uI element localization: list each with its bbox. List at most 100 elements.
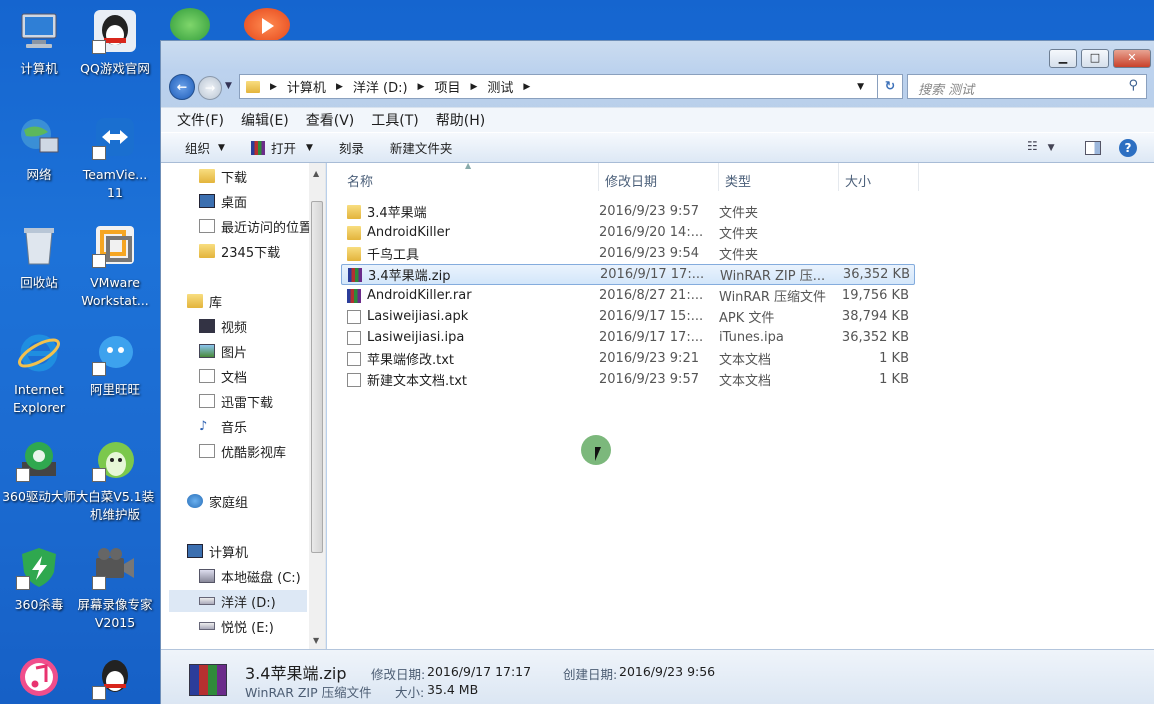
winrar-archive-icon: [189, 664, 227, 696]
nav-item-2345-download[interactable]: 2345下载: [199, 240, 280, 262]
computer-icon: [16, 8, 62, 54]
burn-button[interactable]: 刻录: [339, 138, 364, 157]
file-name: AndroidKiller.rar: [367, 288, 472, 303]
menu-tools[interactable]: 工具(T): [371, 110, 418, 130]
view-options-button[interactable]: ☷ ▼: [1027, 139, 1055, 153]
file-row[interactable]: 苹果端修改.txt 2016/9/23 9:21 文本文档 1 KB: [341, 348, 915, 369]
scroll-up-arrow[interactable]: ▲: [313, 169, 319, 178]
file-row[interactable]: AndroidKiller.rar 2016/8/27 21:... WinRAR …: [341, 285, 915, 306]
command-bar: 组织 ▼ 打开 ▼ 刻录 新建文件夹 ☷ ▼ ?: [161, 132, 1154, 163]
file-row[interactable]: 3.4苹果端.zip 2016/9/17 17:... WinRAR ZIP 压..…: [341, 264, 915, 285]
file-icon: [347, 351, 361, 366]
help-button[interactable]: ?: [1119, 139, 1137, 157]
nav-item-pictures[interactable]: 图片: [199, 340, 247, 362]
search-input[interactable]: 搜索 测试 ⚲: [907, 74, 1147, 99]
mouse-cursor: [581, 435, 611, 465]
column-header-type[interactable]: 类型: [719, 163, 839, 191]
column-label: 大小: [845, 175, 872, 190]
file-date: 2016/9/23 9:57: [599, 204, 699, 219]
desktop-icon-label: 屏幕录像专家V2015: [77, 597, 153, 630]
breadcrumb-test[interactable]: 测试: [487, 77, 513, 96]
file-row[interactable]: AndroidKiller 2016/9/20 14:... 文件夹: [341, 222, 915, 243]
scroll-down-arrow[interactable]: ▼: [313, 636, 319, 645]
file-size: 19,756 KB: [841, 288, 909, 303]
nav-item-label: 洋洋 (D:): [221, 595, 276, 611]
breadcrumb-project[interactable]: 项目: [434, 77, 460, 96]
nav-item-downloads[interactable]: 下载: [199, 165, 247, 187]
file-row[interactable]: 新建文本文档.txt 2016/9/23 9:57 文本文档 1 KB: [341, 369, 915, 390]
nav-item-desktop[interactable]: 桌面: [199, 190, 247, 212]
menu-help[interactable]: 帮助(H): [436, 110, 485, 130]
details-size-value: 35.4 MB: [427, 682, 479, 697]
file-row[interactable]: 千鸟工具 2016/9/23 9:54 文件夹: [341, 243, 915, 264]
chevron-right-icon[interactable]: ▶: [270, 82, 277, 92]
preview-pane-button[interactable]: [1085, 141, 1101, 155]
menu-file[interactable]: 文件(F): [177, 110, 224, 130]
nav-item-label: 下载: [221, 170, 248, 186]
nav-item-documents[interactable]: 文档: [199, 365, 247, 387]
forward-button[interactable]: →: [198, 76, 222, 100]
nav-item-xunlei[interactable]: 迅雷下载: [199, 390, 273, 412]
nav-item-recent[interactable]: 最近访问的位置: [199, 215, 312, 237]
chevron-right-icon[interactable]: ▶: [523, 82, 530, 92]
menu-edit[interactable]: 编辑(E): [241, 110, 289, 130]
file-name: AndroidKiller: [367, 225, 450, 240]
refresh-button[interactable]: ↻: [877, 74, 903, 99]
nav-item-label: 迅雷下载: [221, 395, 274, 411]
sort-ascending-icon: ▲: [465, 161, 472, 170]
minimize-button[interactable]: ▁: [1049, 49, 1077, 68]
chevron-right-icon[interactable]: ▶: [470, 82, 477, 92]
play-icon: [262, 18, 274, 34]
nav-item-drive-d[interactable]: 洋洋 (D:): [169, 590, 307, 612]
back-button[interactable]: ←: [169, 74, 195, 100]
nav-item-drive-c[interactable]: 本地磁盘 (C:): [199, 565, 301, 587]
menu-view[interactable]: 查看(V): [306, 110, 355, 130]
antivirus-shield-icon: [16, 544, 62, 590]
search-icon[interactable]: ⚲: [1128, 78, 1138, 93]
breadcrumb-computer[interactable]: 计算机: [287, 77, 326, 96]
chevron-down-icon: ▼: [1047, 143, 1055, 153]
details-size-label: 大小:: [395, 685, 425, 700]
arrow-left-icon: ←: [176, 79, 188, 94]
file-row[interactable]: Lasiweijiasi.apk 2016/9/17 15:... APK 文件 38…: [341, 306, 915, 327]
nav-item-music[interactable]: ♪ 音乐: [199, 415, 247, 437]
file-size: 36,352 KB: [842, 267, 910, 282]
file-row[interactable]: 3.4苹果端 2016/9/23 9:57 文件夹: [341, 201, 915, 222]
maximize-button[interactable]: □: [1081, 49, 1109, 68]
nav-item-homegroup[interactable]: 家庭组: [187, 490, 248, 512]
nav-item-drive-e[interactable]: 悦悦 (E:): [199, 615, 274, 637]
taskbar-app-icon-player[interactable]: [244, 8, 290, 42]
nav-item-label: 视频: [221, 320, 248, 336]
video-icon: [199, 319, 215, 333]
organize-button[interactable]: 组织 ▼: [185, 138, 225, 157]
new-folder-button[interactable]: 新建文件夹: [390, 138, 453, 157]
document-icon: [199, 369, 215, 383]
library-folder-icon: [199, 394, 215, 408]
nav-scrollbar[interactable]: ▲ ▼: [309, 163, 325, 649]
file-name: Lasiweijiasi.apk: [367, 309, 469, 324]
address-bar[interactable]: ▶ 计算机 ▶ 洋洋 (D:) ▶ 项目 ▶ 测试 ▶ ▼: [239, 74, 879, 99]
file-row[interactable]: Lasiweijiasi.ipa 2016/9/17 17:... iTunes.i…: [341, 327, 915, 348]
file-type: 文件夹: [719, 227, 759, 242]
close-button[interactable]: ✕: [1113, 49, 1151, 68]
open-button[interactable]: 打开 ▼: [250, 138, 313, 157]
recent-pages-dropdown[interactable]: ▼: [225, 81, 232, 91]
nav-item-videos[interactable]: 视频: [199, 315, 247, 337]
chevron-right-icon[interactable]: ▶: [418, 82, 425, 92]
file-date: 2016/9/23 9:57: [599, 372, 699, 387]
nav-item-libraries[interactable]: 库: [187, 290, 222, 312]
file-size: 1 KB: [879, 351, 909, 366]
desktop-icon-label: TeamVie... 11: [82, 167, 148, 200]
nav-item-youku[interactable]: 优酷影视库: [199, 440, 286, 462]
column-header-size[interactable]: 大小: [839, 163, 919, 191]
scroll-thumb[interactable]: [311, 201, 323, 553]
cabbage-icon: [92, 436, 138, 482]
nav-item-computer[interactable]: 计算机: [187, 540, 248, 562]
taskbar-app-icon-green[interactable]: [170, 8, 210, 42]
column-header-date[interactable]: 修改日期: [599, 163, 719, 191]
address-dropdown-icon[interactable]: ▼: [857, 82, 864, 92]
folder-icon: [199, 244, 215, 258]
breadcrumb-drive-d[interactable]: 洋洋 (D:): [353, 77, 408, 96]
chevron-right-icon[interactable]: ▶: [336, 82, 343, 92]
file-name: 千鸟工具: [367, 248, 420, 263]
